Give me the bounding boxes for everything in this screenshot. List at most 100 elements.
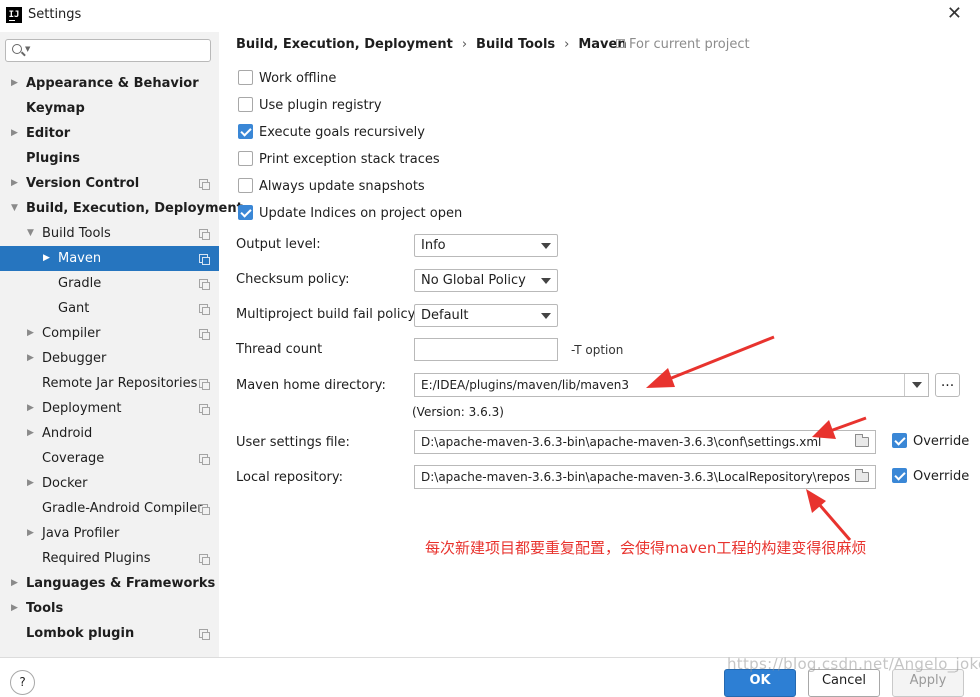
window-title: Settings [28, 7, 82, 22]
close-icon[interactable]: ✕ [947, 4, 962, 24]
cancel-button[interactable]: Cancel [808, 669, 880, 697]
maven-home-browse-button[interactable]: ... [935, 373, 960, 397]
search-input[interactable] [34, 42, 204, 59]
sidebar-item-languages-frameworks[interactable]: ▶ Languages & Frameworks [0, 571, 219, 596]
fail-policy-value: Default [421, 308, 469, 323]
thread-count-label: Thread count [236, 342, 323, 357]
sidebar-item-gant[interactable]: Gant [0, 296, 219, 321]
breadcrumb-build-execution: Build, Execution, Deployment [236, 37, 453, 52]
sidebar-item-gradle[interactable]: Gradle [0, 271, 219, 296]
expand-arrow-right-icon[interactable]: ▶ [27, 521, 34, 546]
project-scope-icon [199, 504, 210, 515]
user-settings-override[interactable]: Override [892, 433, 969, 449]
expand-arrow-right-icon[interactable]: ▶ [43, 246, 50, 271]
expand-arrow-right-icon[interactable]: ▶ [11, 571, 18, 596]
checksum-policy-select[interactable]: No Global Policy [414, 269, 558, 292]
expand-arrow-right-icon[interactable]: ▶ [27, 396, 34, 421]
maven-home-combo[interactable]: E:/IDEA/plugins/maven/lib/maven3 [414, 373, 929, 397]
sidebar-item-label: Android [42, 426, 93, 441]
output-level-value: Info [421, 238, 446, 253]
checkbox-label: Work offline [259, 71, 337, 86]
sidebar-item-label: Deployment [42, 401, 122, 416]
maven-version-label: (Version: 3.6.3) [412, 405, 504, 419]
sidebar-item-label: Gradle-Android Compiler [42, 501, 203, 516]
sidebar-item-keymap[interactable]: Keymap [0, 96, 219, 121]
checkbox[interactable] [238, 70, 253, 85]
sidebar-item-label: Keymap [26, 101, 85, 116]
ok-button[interactable]: OK [724, 669, 796, 697]
sidebar-item-java-profiler[interactable]: ▶ Java Profiler [0, 521, 219, 546]
checksum-policy-value: No Global Policy [421, 273, 526, 288]
expand-arrow-right-icon[interactable]: ▶ [11, 596, 18, 621]
checkbox[interactable] [238, 124, 253, 139]
expand-arrow-down-icon[interactable]: ▼ [27, 221, 34, 246]
local-repository-value: D:\apache-maven-3.6.3-bin\apache-maven-3… [421, 470, 851, 484]
option-use-plugin-registry[interactable]: Use plugin registry [238, 97, 382, 117]
help-button[interactable]: ? [10, 670, 35, 695]
project-scope-icon [199, 304, 210, 315]
sidebar-item-android[interactable]: ▶ Android [0, 421, 219, 446]
fail-policy-select[interactable]: Default [414, 304, 558, 327]
sidebar-item-coverage[interactable]: Coverage [0, 446, 219, 471]
expand-arrow-right-icon[interactable]: ▶ [27, 321, 34, 346]
local-repository-field[interactable]: D:\apache-maven-3.6.3-bin\apache-maven-3… [414, 465, 876, 489]
sidebar-item-debugger[interactable]: ▶ Debugger [0, 346, 219, 371]
expand-arrow-right-icon[interactable]: ▶ [27, 421, 34, 446]
user-settings-field[interactable]: D:\apache-maven-3.6.3-bin\apache-maven-3… [414, 430, 876, 454]
sidebar-item-gradle-android-compiler[interactable]: Gradle-Android Compiler [0, 496, 219, 521]
sidebar-item-tools[interactable]: ▶ Tools [0, 596, 219, 621]
checkbox[interactable] [238, 205, 253, 220]
sidebar-item-required-plugins[interactable]: Required Plugins [0, 546, 219, 571]
sidebar-item-label: Required Plugins [42, 551, 151, 566]
thread-count-input[interactable] [414, 338, 558, 361]
override-checkbox[interactable] [892, 433, 907, 448]
sidebar-item-label: Plugins [26, 151, 80, 166]
sidebar-item-plugins[interactable]: Plugins [0, 146, 219, 171]
expand-arrow-right-icon[interactable]: ▶ [11, 171, 18, 196]
expand-arrow-right-icon[interactable]: ▶ [27, 471, 34, 496]
settings-search-box[interactable]: ▼ [5, 39, 211, 62]
local-repository-override[interactable]: Override [892, 468, 969, 484]
sidebar-item-remote-jar-repositories[interactable]: Remote Jar Repositories [0, 371, 219, 396]
apply-button[interactable]: Apply [892, 669, 964, 697]
sidebar-item-lombok-plugin[interactable]: Lombok plugin [0, 621, 219, 646]
sidebar-item-maven[interactable]: ▶ Maven [0, 246, 219, 271]
folder-icon[interactable] [855, 469, 869, 482]
sidebar-item-label: Remote Jar Repositories [42, 376, 198, 391]
settings-sidebar: ▼ ▶ Appearance & Behavior Keymap ▶ Editor Plu… [0, 32, 243, 657]
option-print-exception-stack-traces[interactable]: Print exception stack traces [238, 151, 440, 171]
dropdown-arrow-icon [541, 243, 551, 249]
expand-arrow-right-icon[interactable]: ▶ [11, 71, 18, 96]
sidebar-item-build-execution-deployment[interactable]: ▼ Build, Execution, Deployment [0, 196, 243, 221]
folder-icon[interactable] [855, 434, 869, 447]
option-execute-goals-recursively[interactable]: Execute goals recursively [238, 124, 425, 144]
sidebar-item-build-tools[interactable]: ▼ Build Tools [0, 221, 219, 246]
sidebar-item-version-control[interactable]: ▶ Version Control [0, 171, 219, 196]
option-update-indices-on-project-open[interactable]: Update Indices on project open [238, 205, 462, 225]
option-always-update-snapshots[interactable]: Always update snapshots [238, 178, 425, 198]
sidebar-item-label: Appearance & Behavior [26, 76, 199, 91]
sidebar-item-editor[interactable]: ▶ Editor [0, 121, 219, 146]
sidebar-item-label: Languages & Frameworks [26, 576, 216, 591]
sidebar-item-docker[interactable]: ▶ Docker [0, 471, 219, 496]
sidebar-item-label: Gradle [58, 276, 102, 291]
output-level-select[interactable]: Info [414, 234, 558, 257]
sidebar-item-deployment[interactable]: ▶ Deployment [0, 396, 219, 421]
sidebar-item-label: Gant [58, 301, 90, 316]
expand-arrow-right-icon[interactable]: ▶ [11, 121, 18, 146]
sidebar-item-compiler[interactable]: ▶ Compiler [0, 321, 219, 346]
checkbox-label: Always update snapshots [259, 179, 425, 194]
breadcrumb-build-tools: Build Tools [476, 37, 556, 52]
option-work-offline[interactable]: Work offline [238, 70, 336, 90]
sidebar-item-label: Tools [26, 601, 64, 616]
checkbox-label: Execute goals recursively [259, 125, 425, 140]
maven-home-dropdown[interactable] [904, 374, 928, 396]
checkbox[interactable] [238, 151, 253, 166]
override-checkbox[interactable] [892, 468, 907, 483]
expand-arrow-right-icon[interactable]: ▶ [27, 346, 34, 371]
checkbox[interactable] [238, 178, 253, 193]
expand-arrow-down-icon[interactable]: ▼ [11, 196, 18, 221]
checkbox[interactable] [238, 97, 253, 112]
search-options-caret-icon[interactable]: ▼ [25, 45, 30, 53]
sidebar-item-appearance-behavior[interactable]: ▶ Appearance & Behavior [0, 71, 219, 96]
